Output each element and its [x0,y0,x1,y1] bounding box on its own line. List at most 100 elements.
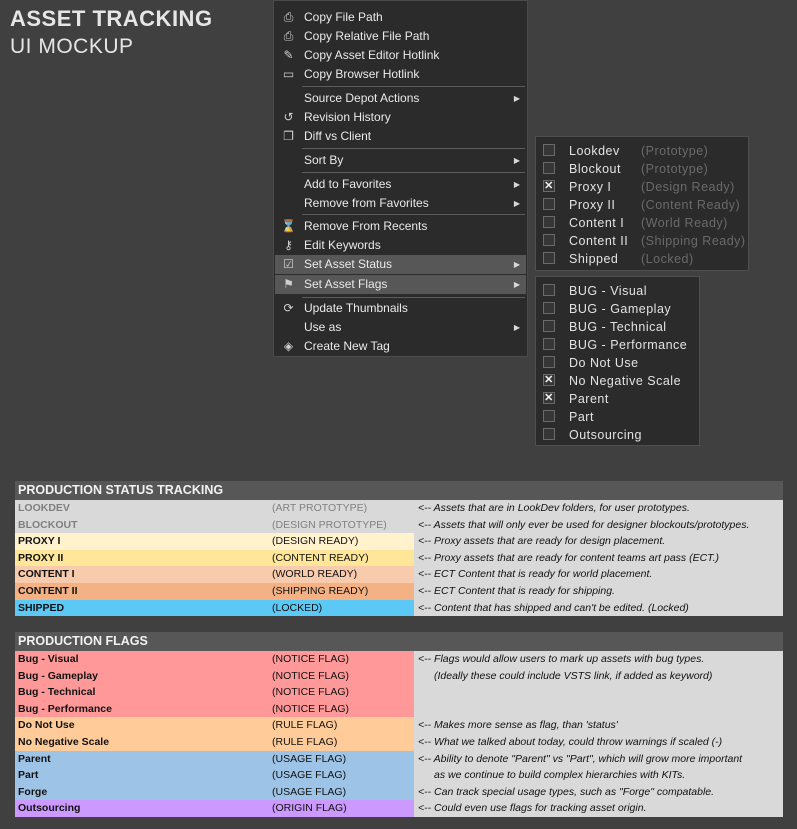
row-note: <-- Content that has shipped and can't b… [414,599,783,617]
checkbox[interactable] [543,410,555,422]
menu-item-copy-file-path[interactable]: ⎙ Copy File Path [275,8,526,27]
menu-item-remove-from-favorites[interactable]: Remove from Favorites ▶ [275,194,526,213]
row-tag: (WORLD READY) [269,566,414,583]
row-note-text: <-- Proxy assets that are ready for cont… [418,551,720,564]
option-label: Blockout [569,162,621,176]
menu-item-copy-relative-file-path[interactable]: ⎙ Copy Relative File Path [275,27,526,46]
checkbox[interactable] [543,216,555,228]
checkbox[interactable] [543,302,555,314]
menu-item-sort-by[interactable]: Sort By ▶ [275,151,526,170]
option-label: BUG - Visual [569,284,648,298]
row-name: CONTENT I [15,566,269,583]
menu-item-remove-from-recents[interactable]: ⌛ Remove From Recents [275,217,526,236]
flag-icon: ⚑ [283,277,294,291]
table-row: PROXY I (DESIGN READY) <-- Proxy assets th… [15,533,783,550]
row-tag: (ORIGIN FLAG) [269,800,414,817]
menu-item-source-depot-actions[interactable]: Source Depot Actions ▶ [275,89,526,108]
row-tag: (NOTICE FLAG) [269,700,414,718]
menu-separator [302,172,525,173]
asset-status-submenu: Lookdev (Prototype) Blockout (Prototype) ✕ Pr… [535,136,749,271]
checklist-icon: ☑ [283,257,294,271]
row-note: (Ideally these could include VSTS link, … [414,667,783,685]
checkbox[interactable]: ✕ [543,374,555,386]
row-note: as we continue to build complex hierarch… [414,767,783,784]
tag-icon: ◈ [283,339,294,353]
row-note-text: <-- Proxy assets that are ready for desi… [418,535,666,548]
row-tag: (ART PROTOTYPE) [269,500,414,517]
table-row: Do Not Use (RULE FLAG) <-- Makes more sens… [15,717,783,734]
row-note-text: (Ideally these could include VSTS link, … [434,669,713,682]
row-name: Bug - Gameplay [15,667,269,685]
menu-item-set-asset-status[interactable]: ☑ Set Asset Status ▶ [275,255,526,274]
row-note-text: <-- Could even use flags for tracking as… [418,802,647,815]
submenu-arrow-icon: ▶ [513,156,520,165]
row-name: CONTENT II [15,582,269,600]
table-row: CONTENT I (WORLD READY) <-- ECT Content th… [15,566,783,583]
menu-item-set-asset-flags[interactable]: ⚑ Set Asset Flags ▶ [275,275,526,294]
checkbox[interactable]: ✕ [543,392,555,404]
menu-separator [302,214,525,215]
option-label: Proxy II [569,198,616,212]
menu-separator [302,148,525,149]
menu-item-copy-asset-editor-hotlink[interactable]: ✎ Copy Asset Editor Hotlink [275,46,526,65]
row-name: PROXY II [15,549,269,567]
table-row: CONTENT II (SHIPPING READY) <-- ECT Conten… [15,582,783,600]
row-name: LOOKDEV [15,500,269,517]
page-subtitle: UI MOCKUP [10,35,134,58]
asset-flags-submenu: BUG - Visual BUG - Gameplay BUG - Technica… [535,276,700,446]
refresh-icon: ⟳ [283,301,294,315]
row-note: <-- What we talked about today, could th… [414,733,783,751]
row-tag: (NOTICE FLAG) [269,684,414,701]
checkbox[interactable] [543,144,555,156]
checkbox[interactable] [543,252,555,264]
row-name: Do Not Use [15,717,269,734]
table-row: No Negative Scale (RULE FLAG) <-- What we … [15,733,783,751]
table-row: Bug - Technical (NOTICE FLAG) [15,684,783,701]
checkbox[interactable] [543,198,555,210]
row-note-text: <-- What we talked about today, could th… [418,735,723,748]
checkbox[interactable] [543,338,555,350]
menu-item-edit-keywords[interactable]: ⚷ Edit Keywords [275,236,526,255]
table-row: Bug - Performance (NOTICE FLAG) [15,700,783,718]
checkbox[interactable] [543,162,555,174]
row-name: Parent [15,750,269,768]
option-label: Proxy I [569,180,612,194]
option-label: BUG - Technical [569,320,667,334]
menu-item-copy-browser-hotlink[interactable]: ▭ Copy Browser Hotlink [275,65,526,84]
row-tag: (NOTICE FLAG) [269,667,414,685]
checkbox[interactable] [543,356,555,368]
option-status-hint: (World Ready) [641,216,728,230]
option-label: Content I [569,216,625,230]
row-tag: (NOTICE FLAG) [269,651,414,668]
row-note: <-- Proxy assets that are ready for cont… [414,549,783,567]
page-title: ASSET TRACKING [10,6,213,31]
option-status-hint: (Shipping Ready) [641,234,746,248]
browser-hotlink-icon: ▭ [282,67,295,81]
checkbox[interactable] [543,284,555,296]
table-row: Part (USAGE FLAG) as we continue to build … [15,767,783,784]
relative-path-icon: ⎙ [283,29,294,43]
row-note: <-- Proxy assets that are ready for desi… [414,533,783,550]
option-label: Do Not Use [569,356,639,370]
checkbox[interactable]: ✕ [543,180,555,192]
menu-item-add-to-favorites[interactable]: Add to Favorites ▶ [275,175,526,194]
table-row: SHIPPED (LOCKED) <-- Content that has ship… [15,599,783,617]
menu-item-create-new-tag[interactable]: ◈ Create New Tag [275,337,526,356]
flags-table-title: PRODUCTION FLAGS [15,632,783,651]
checkbox[interactable] [543,234,555,246]
checkbox[interactable] [543,428,555,440]
menu-item-use-as[interactable]: Use as ▶ [275,318,526,337]
checkbox[interactable] [543,320,555,332]
menu-separator [302,297,525,298]
option-label: BUG - Performance [569,338,688,352]
table-row: LOOKDEV (ART PROTOTYPE) <-- Assets that ar… [15,500,783,517]
row-note-text: <-- ECT Content that is ready for world … [418,568,653,581]
menu-item-label: Use as [304,320,342,334]
menu-item-update-thumbnails[interactable]: ⟳ Update Thumbnails [275,299,526,318]
option-label: Content II [569,234,629,248]
row-note-text: <-- Can track special usage types, such … [418,785,715,798]
row-tag: (SHIPPING READY) [269,582,414,600]
menu-item-revision-history[interactable]: ↺ Revision History [275,108,526,127]
menu-item-diff-vs-client[interactable]: ❐ Diff vs Client [275,127,526,146]
menu-item-label: Source Depot Actions [304,91,420,105]
